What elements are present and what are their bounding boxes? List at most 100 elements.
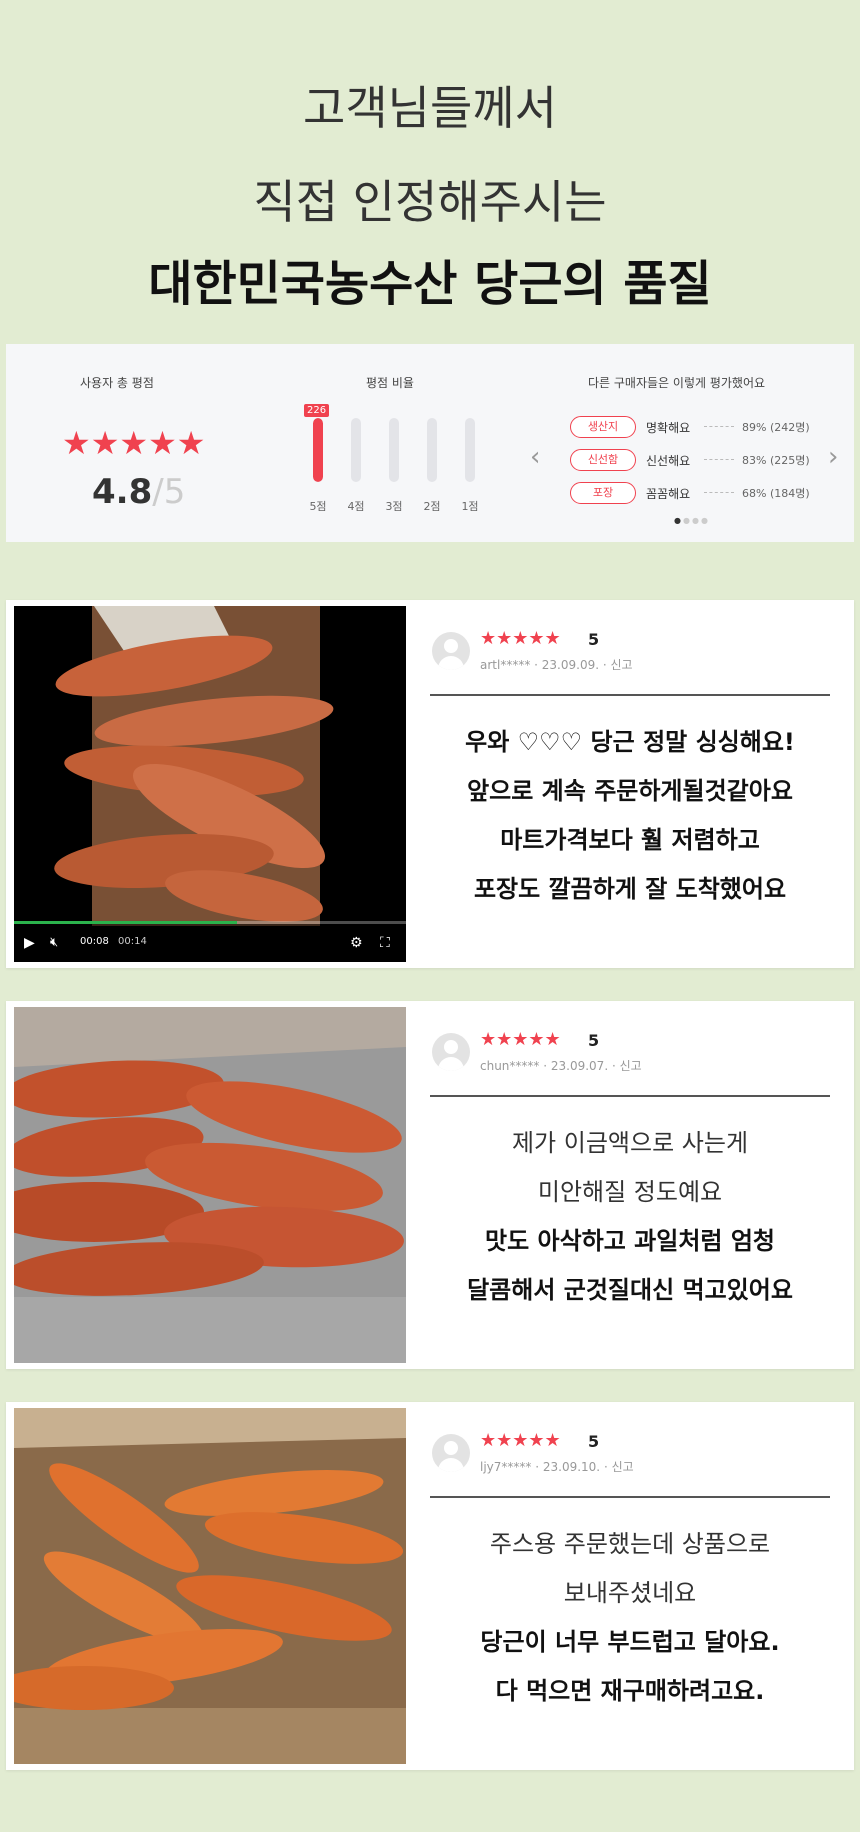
- review-user: chun*****: [480, 1059, 540, 1073]
- review-meta: ljy7***** · 23.09.10. · 신고: [480, 1460, 634, 1474]
- mute-icon[interactable]: 🔇︎: [50, 935, 58, 950]
- review-user: ljy7*****: [480, 1460, 532, 1474]
- review-date: 23.09.09.: [541, 658, 600, 672]
- rating-bar-fill: [313, 418, 323, 482]
- carrot-box-photo: [14, 1007, 406, 1363]
- fullscreen-icon[interactable]: ⛶: [380, 935, 390, 951]
- user-avatar-icon: [432, 1033, 470, 1071]
- review-line: 당근이 너무 부드럽고 달아요.: [480, 1628, 780, 1656]
- rating-summary-panel: 사용자 총 평점 ★★★★★ 4.8/5 평점 비율 226 5점 4점 3점 …: [6, 344, 854, 542]
- review-card-3: ★★★★★ 5 ljy7***** · 23.09.10. · 신고 주스용 주…: [6, 1402, 854, 1770]
- review-stars: ★★★★★: [480, 628, 561, 649]
- review-divider: [430, 1095, 830, 1097]
- review-text: 우와 ♡♡♡ 당근 정말 싱싱해요! 앞으로 계속 주문하게될것같아요 마트가격…: [420, 718, 840, 914]
- evaluation-tag: 생산지: [570, 416, 636, 438]
- rating-bar-track: [351, 418, 361, 482]
- carrot-video-frame: [54, 606, 334, 926]
- review-divider: [430, 1496, 830, 1498]
- review-line: 마트가격보다 훨 저렴하고: [500, 826, 760, 854]
- review-score: 5: [588, 1031, 600, 1050]
- review-user: artl*****: [480, 658, 531, 672]
- carousel-dot[interactable]: ●: [674, 516, 683, 525]
- review-body: ★★★★★ 5 artl***** · 23.09.09. · 신고 우와 ♡♡…: [420, 600, 840, 968]
- evaluation-divider: [704, 492, 734, 493]
- review-line: 미안해질 정도예요: [537, 1178, 723, 1206]
- user-avatar-icon: [432, 632, 470, 670]
- review-meta: chun***** · 23.09.07. · 신고: [480, 1059, 642, 1073]
- review-text: 제가 이금액으로 사는게 미안해질 정도예요 맛도 아삭하고 과일처럼 엄청 달…: [420, 1119, 840, 1315]
- review-card-2: ★★★★★ 5 chun***** · 23.09.07. · 신고 제가 이금…: [6, 1001, 854, 1369]
- review-line: 보내주셨네요: [563, 1579, 697, 1607]
- rating-bar-track: [313, 418, 323, 482]
- score-value: 4.8: [92, 472, 153, 512]
- evaluation-text: 꼼꼼해요: [646, 487, 691, 501]
- evaluation-divider: [704, 459, 734, 460]
- evaluation-percent: 83% (225명): [742, 454, 810, 467]
- carrot-box-photo: [14, 1408, 406, 1764]
- review-video[interactable]: ▶ 🔇︎ 00:08 00:14 ⚙ ⛶: [14, 606, 406, 962]
- carousel-dot[interactable]: ●: [701, 516, 710, 525]
- play-icon[interactable]: ▶: [24, 935, 35, 951]
- evaluation-item: 생산지 명확해요 89% (242명): [566, 416, 826, 449]
- headline-line-1: 고객님들께서: [303, 81, 557, 135]
- video-progress: [14, 921, 238, 924]
- review-meta: artl***** · 23.09.09. · 신고: [480, 658, 633, 672]
- score-suffix: /5: [152, 472, 186, 512]
- review-line: 포장도 깔끔하게 잘 도착했어요: [473, 875, 787, 903]
- rating-ratio-bars: 226 5점 4점 3점 2점 1점: [296, 404, 496, 514]
- video-total-time: 00:14: [118, 936, 147, 947]
- review-stars: ★★★★★: [480, 1029, 561, 1050]
- review-date: 23.09.10.: [542, 1460, 601, 1474]
- review-divider: [430, 694, 830, 696]
- headline-line-3: 대한민국농수산 당근의 품질: [148, 256, 712, 312]
- evaluation-percent: 68% (184명): [742, 487, 810, 500]
- review-score: 5: [588, 1432, 600, 1451]
- rating-bar-track: [389, 418, 399, 482]
- review-photo[interactable]: [14, 1007, 406, 1363]
- review-page: 고객님들께서 직접 인정해주시는 대한민국농수산 당근의 품질 사용자 총 평점…: [0, 0, 860, 1832]
- review-line: 제가 이금액으로 사는게: [511, 1129, 749, 1157]
- headline-line-2: 직접 인정해주시는: [253, 175, 607, 229]
- review-date: 23.09.07.: [550, 1059, 609, 1073]
- evaluation-item: 신선함 신선해요 83% (225명): [566, 449, 826, 482]
- next-arrow-icon[interactable]: ›: [828, 442, 838, 472]
- evaluation-tag: 포장: [570, 482, 636, 504]
- rating-bar-track: [465, 418, 475, 482]
- rating-ratio-title: 평점 비율: [366, 376, 414, 390]
- video-controls: ▶ 🔇︎ 00:08 00:14 ⚙ ⛶: [14, 921, 406, 962]
- review-body: ★★★★★ 5 ljy7***** · 23.09.10. · 신고 주스용 주…: [420, 1402, 840, 1770]
- review-card-1: ▶ 🔇︎ 00:08 00:14 ⚙ ⛶ ★★★★★ 5 artl***** ·…: [6, 600, 854, 968]
- review-line: 주스용 주문했는데 상품으로: [489, 1530, 771, 1558]
- review-line: 다 먹으면 재구매하려고요.: [495, 1677, 765, 1705]
- evaluation-percent: 89% (242명): [742, 421, 810, 434]
- evaluation-text: 신선해요: [646, 454, 691, 468]
- gear-icon[interactable]: ⚙: [350, 935, 363, 951]
- review-score: 5: [588, 630, 600, 649]
- evaluation-title: 다른 구매자들은 이렇게 평가했어요: [588, 376, 766, 390]
- review-line: 앞으로 계속 주문하게될것같아요: [467, 777, 793, 805]
- review-line: 달콤해서 군것질대신 먹고있어요: [467, 1276, 793, 1304]
- prev-arrow-icon[interactable]: ‹: [530, 442, 540, 472]
- rating-bar-1: 1점: [448, 414, 492, 514]
- review-line: 우와 ♡♡♡ 당근 정말 싱싱해요!: [465, 728, 795, 756]
- evaluation-tag: 신선함: [570, 449, 636, 471]
- review-body: ★★★★★ 5 chun***** · 23.09.07. · 신고 제가 이금…: [420, 1001, 840, 1369]
- evaluation-list: 생산지 명확해요 89% (242명) 신선함 신선해요 83% (225명) …: [566, 416, 826, 515]
- video-current-time: 00:08: [80, 936, 109, 947]
- evaluation-item: 포장 꼼꼼해요 68% (184명): [566, 482, 826, 515]
- user-avatar-icon: [432, 1434, 470, 1472]
- review-photo[interactable]: [14, 1408, 406, 1764]
- carousel-dot[interactable]: ●: [692, 516, 701, 525]
- rating-bar-count: 226: [304, 404, 330, 417]
- rating-bar-label: 1점: [461, 500, 479, 513]
- report-link[interactable]: 신고: [612, 1460, 634, 1474]
- report-link[interactable]: 신고: [620, 1059, 642, 1073]
- total-rating-title: 사용자 총 평점: [80, 376, 154, 390]
- carousel-dot[interactable]: ●: [683, 516, 692, 525]
- total-rating-score: 4.8/5: [92, 472, 185, 512]
- report-link[interactable]: 신고: [611, 658, 633, 672]
- review-stars: ★★★★★: [480, 1430, 561, 1451]
- evaluation-divider: [704, 426, 734, 427]
- rating-bar-track: [427, 418, 437, 482]
- evaluation-text: 명확해요: [646, 421, 691, 435]
